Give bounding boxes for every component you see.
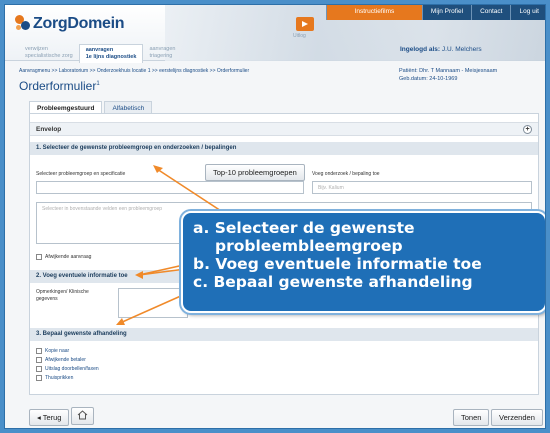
callout-line-a: a. Selecteer de gewenste [193, 219, 415, 237]
arrowhead [135, 271, 143, 279]
instruction-callout: a. Selecteer de gewenste probleembleemgr… [181, 211, 545, 313]
callout-line-b: b. Voeg eventuele informatie toe [193, 255, 482, 273]
callout-line-a2: probleembleemgroep [215, 237, 403, 255]
app-window: Instructiefilms Mijn Profiel Contact Log… [4, 4, 546, 429]
callout-line-c: c. Bepaal gewenste afhandeling [193, 273, 473, 291]
